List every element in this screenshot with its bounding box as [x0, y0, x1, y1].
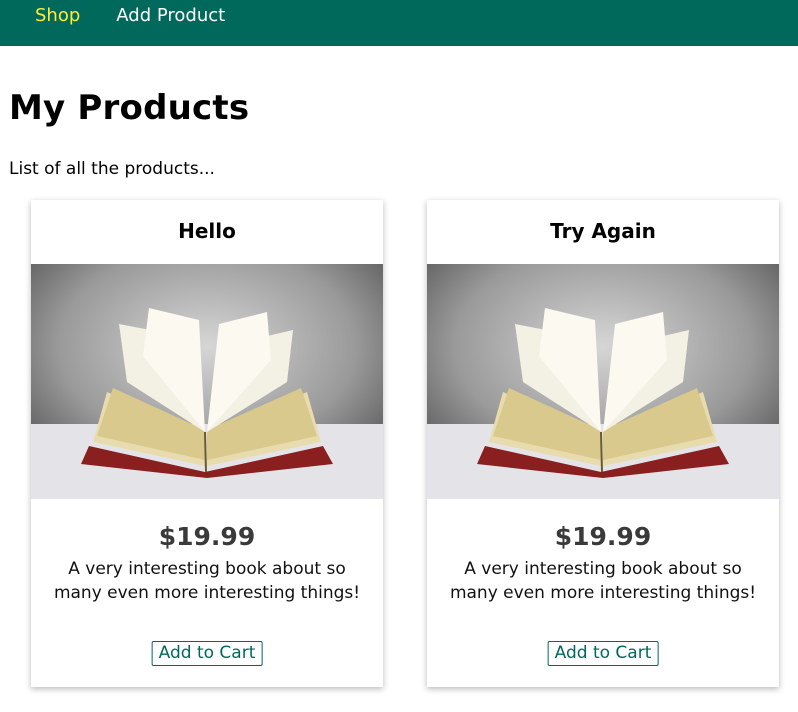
product-card: Try Again $19.99 A very interesting book… — [427, 200, 779, 687]
product-description: A very interesting book about so many ev… — [53, 559, 361, 603]
nav-add-product-link[interactable]: Add Product — [116, 5, 225, 26]
product-description: A very interesting book about so many ev… — [449, 559, 757, 603]
nav-shop-link[interactable]: Shop — [35, 5, 80, 26]
add-to-cart-button[interactable]: Add to Cart — [547, 641, 659, 666]
main-header: Shop Add Product — [0, 0, 798, 46]
add-to-cart-button[interactable]: Add to Cart — [151, 641, 263, 666]
product-price: $19.99 — [554, 522, 652, 551]
open-book-icon — [31, 264, 383, 499]
product-image — [31, 264, 383, 499]
main-nav: Shop Add Product — [35, 5, 225, 26]
page-title: My Products — [9, 88, 250, 128]
open-book-icon — [427, 264, 779, 499]
product-price: $19.99 — [158, 522, 256, 551]
product-image — [427, 264, 779, 499]
product-title: Hello — [178, 219, 236, 243]
page-subtitle: List of all the products... — [9, 159, 215, 179]
product-title: Try Again — [550, 219, 656, 243]
product-card: Hello $19.99 A very interesting book abo… — [31, 200, 383, 687]
